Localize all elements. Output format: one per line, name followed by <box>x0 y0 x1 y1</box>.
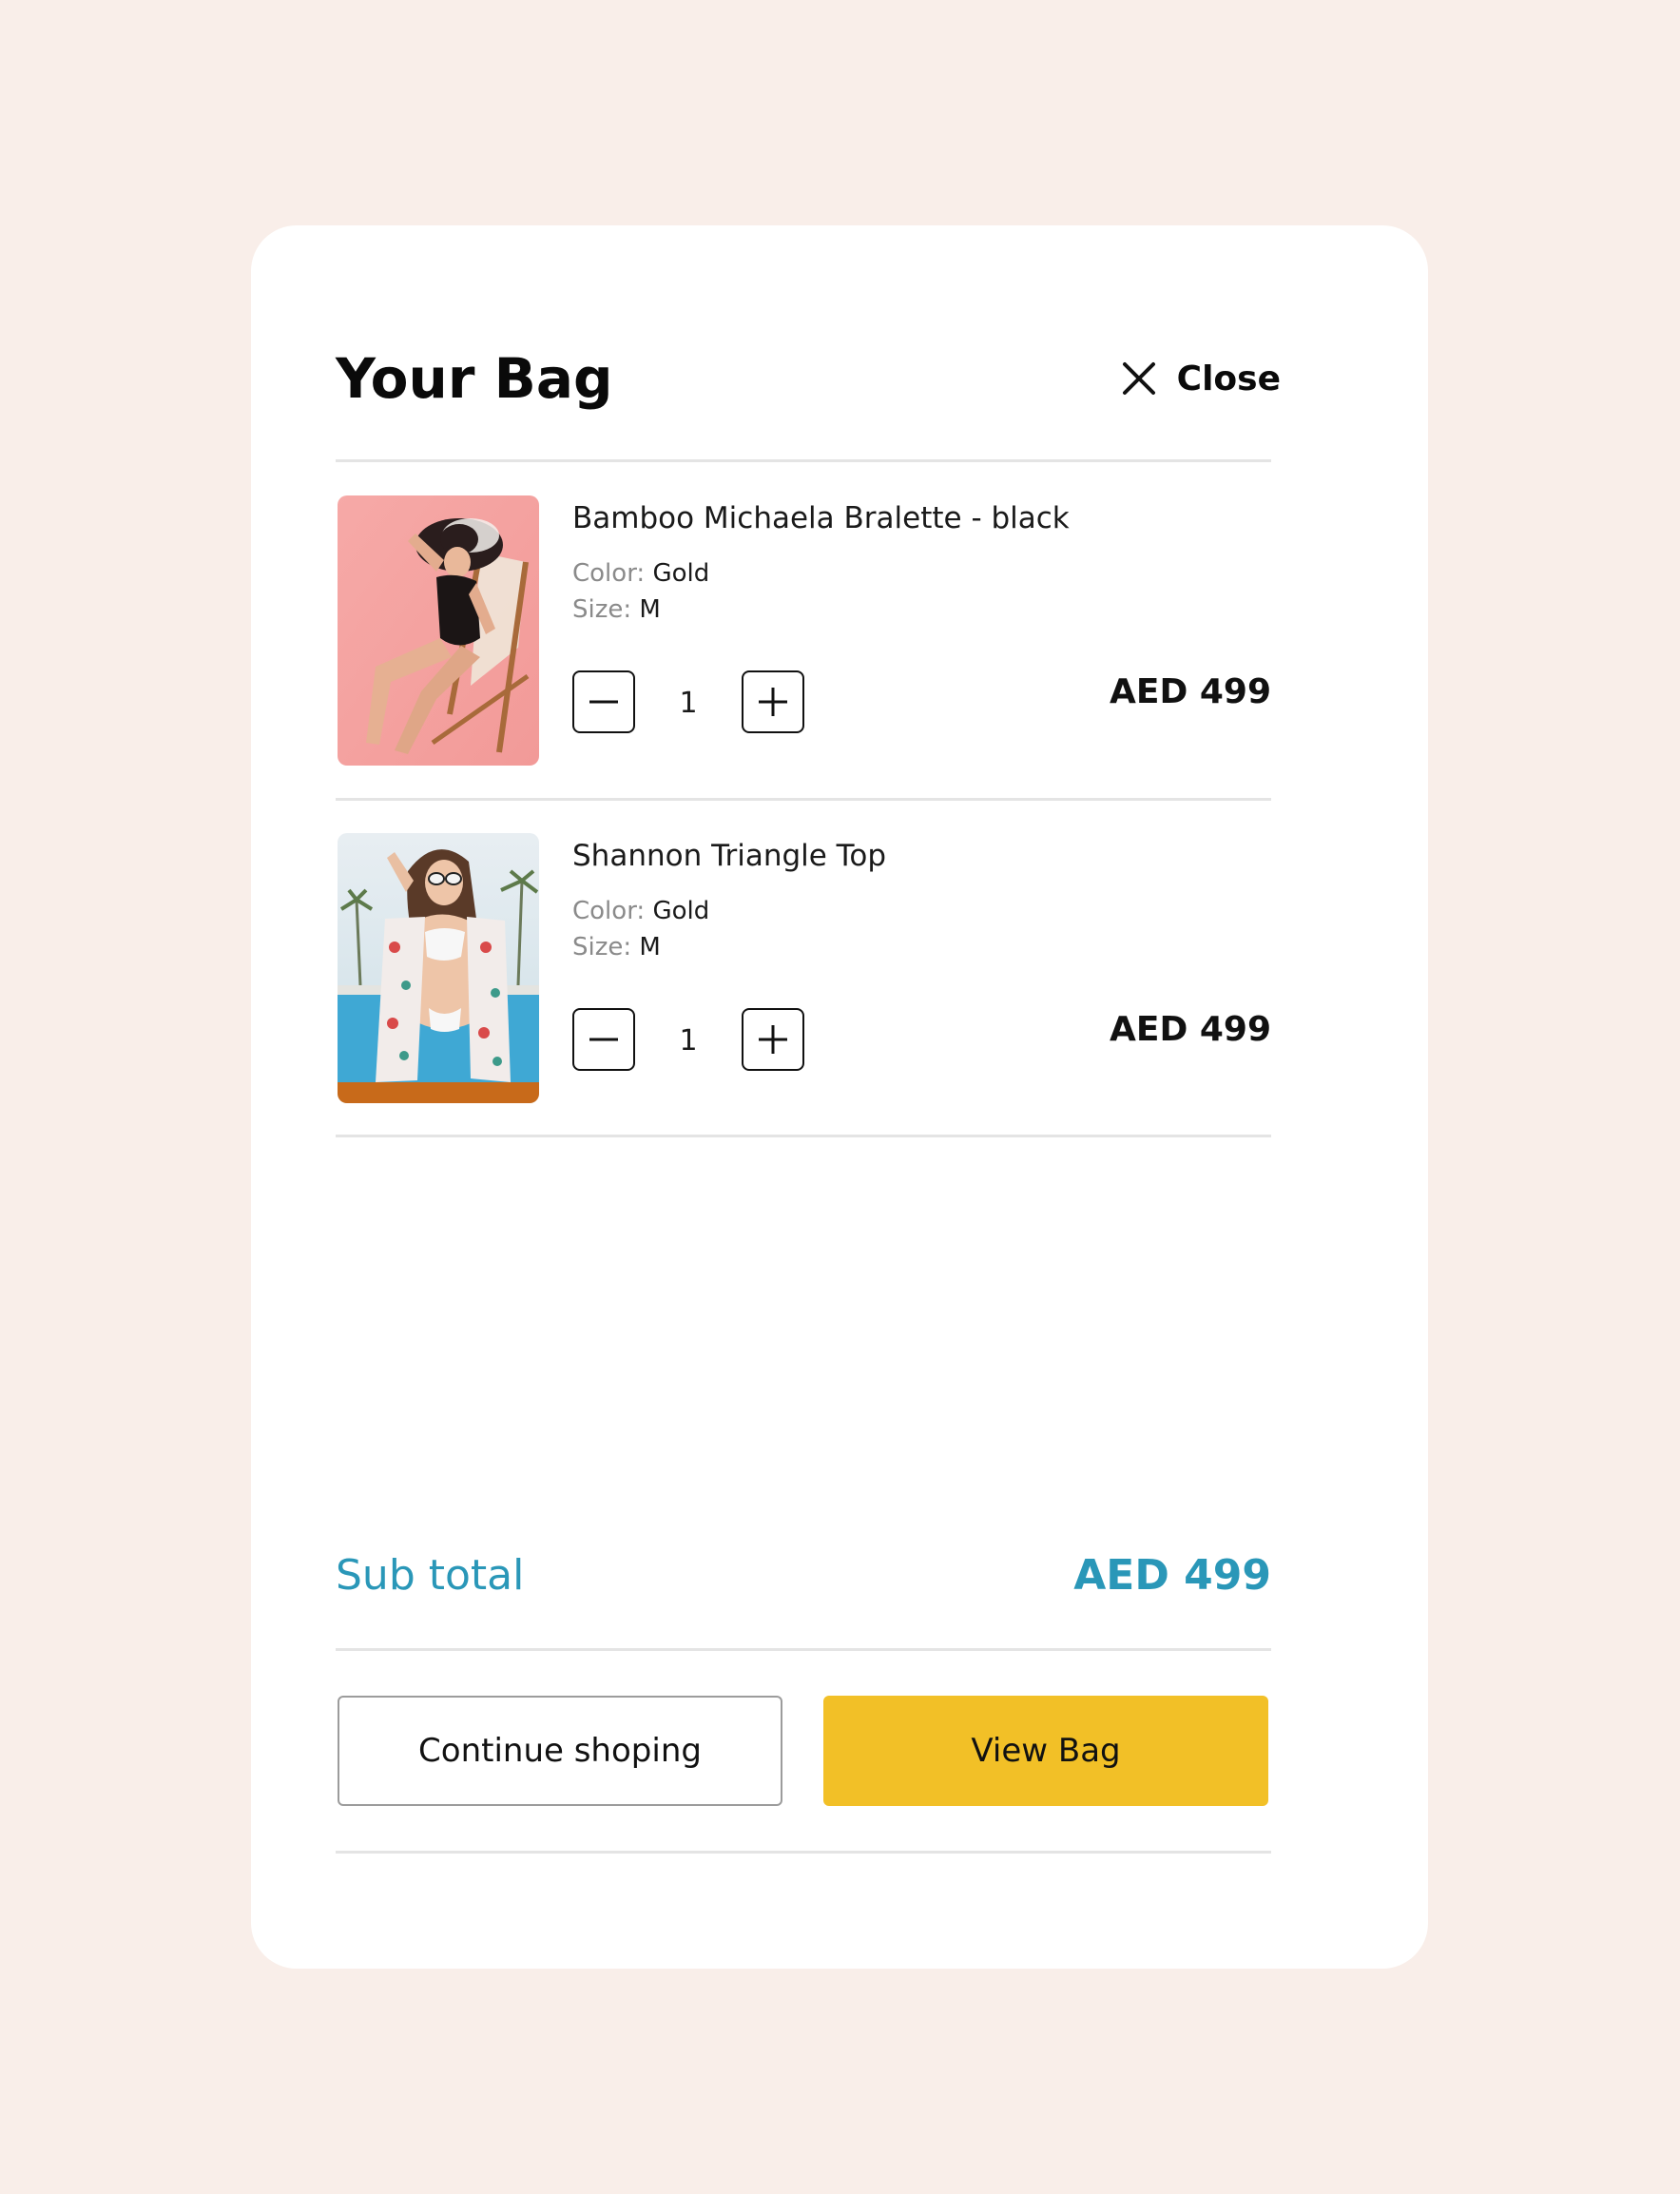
decrease-quantity-button[interactable] <box>572 1008 635 1071</box>
close-button[interactable]: Close <box>1120 338 1281 419</box>
minus-icon <box>589 1038 618 1041</box>
product-color: Color: Gold <box>572 894 709 928</box>
plus-icon <box>759 1025 787 1054</box>
decrease-quantity-button[interactable] <box>572 670 635 733</box>
color-value: Gold <box>652 897 710 925</box>
plus-icon <box>759 688 787 716</box>
product-size: Size: M <box>572 930 661 964</box>
quantity-value: 1 <box>679 1024 698 1058</box>
size-value: M <box>639 933 661 961</box>
product-name[interactable]: Bamboo Michaela Bralette - black <box>572 497 1070 539</box>
size-label: Size: <box>572 933 632 961</box>
minus-icon <box>589 700 618 704</box>
divider <box>336 1851 1271 1854</box>
product-name[interactable]: Shannon Triangle Top <box>572 835 886 877</box>
product-size: Size: M <box>572 592 661 627</box>
close-icon <box>1122 362 1155 395</box>
color-value: Gold <box>652 559 710 588</box>
divider <box>336 798 1271 801</box>
subtotal-value: AED 499 <box>1073 1551 1271 1600</box>
product-price: AED 499 <box>1109 672 1271 711</box>
product-photo-bikini <box>338 833 539 1103</box>
cart-item: Bamboo Michaela Bralette - black Color: … <box>336 495 1271 766</box>
product-image[interactable] <box>338 833 539 1103</box>
color-label: Color: <box>572 559 646 588</box>
bag-panel: Your Bag Close Bamboo Michaela Bralette … <box>251 225 1428 1969</box>
subtotal-label: Sub total <box>336 1551 525 1600</box>
increase-quantity-button[interactable] <box>742 1008 804 1071</box>
color-label: Color: <box>572 897 646 925</box>
product-image[interactable] <box>338 495 539 766</box>
page-title: Your Bag <box>336 346 613 411</box>
view-bag-button[interactable]: View Bag <box>823 1696 1268 1806</box>
product-color: Color: Gold <box>572 556 709 591</box>
continue-shopping-button[interactable]: Continue shoping <box>338 1696 782 1806</box>
increase-quantity-button[interactable] <box>742 670 804 733</box>
size-label: Size: <box>572 595 632 624</box>
cart-item: Shannon Triangle Top Color: Gold Size: M… <box>336 833 1271 1103</box>
divider <box>336 1135 1271 1137</box>
size-value: M <box>639 595 661 624</box>
quantity-value: 1 <box>679 687 698 720</box>
divider <box>336 1648 1271 1651</box>
divider <box>336 459 1271 462</box>
product-price: AED 499 <box>1109 1010 1271 1049</box>
product-photo-swimsuit <box>338 495 539 766</box>
close-label: Close <box>1176 359 1281 398</box>
bag-header: Your Bag Close <box>336 338 1281 419</box>
